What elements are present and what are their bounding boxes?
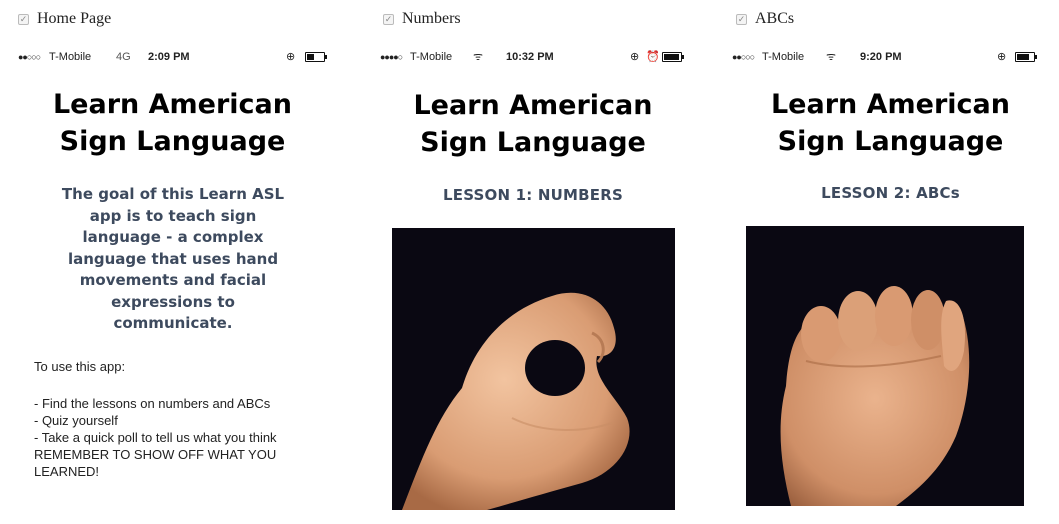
usage-instructions: - Find the lessons on numbers and ABCs -… [34, 396, 277, 479]
status-bar: ●●●●○ T-Mobile ᯤ 10:32 PM ⊕ ⏰ [380, 50, 690, 64]
letter-sign-photo [746, 226, 1024, 506]
signal-strength-icon: ●●○○○ [732, 52, 755, 62]
network-type: 4G [116, 51, 131, 63]
usage-heading: To use this app: [34, 359, 126, 374]
check-icon: ✓ [736, 13, 747, 25]
carrier-name: T-Mobile [762, 51, 805, 63]
title-line-1: Learn American [413, 90, 653, 121]
status-time: 9:20 PM [860, 51, 902, 63]
title-line-2: Sign Language [420, 127, 646, 158]
signal-strength-icon: ●●●●○ [380, 52, 403, 62]
caption-label: Numbers [402, 10, 461, 27]
screen-caption: ✓ ABCs [736, 10, 794, 28]
check-icon: ✓ [383, 13, 394, 25]
title-line-2: Sign Language [777, 126, 1004, 157]
wifi-icon: ᯤ [473, 51, 484, 63]
lesson-heading: LESSON 1: NUMBERS [442, 186, 624, 204]
title-line-1: Learn American [770, 89, 1011, 120]
rotation-lock-icon: ⊕ [997, 51, 1007, 63]
carrier-name: T-Mobile [410, 51, 453, 63]
battery-icon [1015, 52, 1037, 62]
status-time: 2:09 PM [148, 51, 190, 63]
abcs-screen: ✓ ABCs ●●○○○ T-Mobile ᯤ 9:20 PM ⊕ Learn … [722, 0, 1059, 524]
title-line-2: Sign Language [59, 126, 286, 157]
goal-description: The goal of this Learn ASL app is to tea… [61, 185, 285, 332]
page-title: Learn American Sign Language [0, 86, 345, 160]
hand-sign-a-image [780, 286, 970, 506]
alarm-icon: ⏰ [646, 51, 660, 63]
page-title: Learn American Sign Language [368, 87, 698, 161]
check-icon: ✓ [18, 13, 29, 25]
numbers-screen: ✓ Numbers ●●●●○ T-Mobile ᯤ 10:32 PM ⊕ ⏰ … [368, 0, 698, 524]
rotation-lock-icon: ⊕ [630, 51, 640, 63]
battery-icon [662, 52, 684, 62]
home-page-screen: ✓ Home Page ●●○○○ T-Mobile 4G 2:09 PM ⊕ … [0, 0, 345, 524]
status-bar: ●●○○○ T-Mobile 4G 2:09 PM ⊕ [18, 50, 328, 64]
status-bar: ●●○○○ T-Mobile ᯤ 9:20 PM ⊕ [732, 50, 1042, 64]
page-title: Learn American Sign Language [722, 86, 1059, 160]
title-line-1: Learn American [52, 89, 293, 120]
hand-sign-zero-image [402, 292, 630, 510]
wifi-icon: ᯤ [826, 51, 837, 63]
screen-caption: ✓ Numbers [383, 10, 461, 28]
battery-icon [305, 52, 327, 62]
caption-label: ABCs [755, 10, 795, 27]
number-sign-photo [392, 228, 675, 510]
caption-label: Home Page [37, 10, 112, 27]
signal-strength-icon: ●●○○○ [18, 52, 41, 62]
screen-caption: ✓ Home Page [18, 10, 111, 28]
rotation-lock-icon: ⊕ [286, 51, 296, 63]
lesson-heading: LESSON 2: ABCs [821, 184, 960, 202]
carrier-name: T-Mobile [49, 51, 92, 63]
status-time: 10:32 PM [506, 51, 554, 63]
